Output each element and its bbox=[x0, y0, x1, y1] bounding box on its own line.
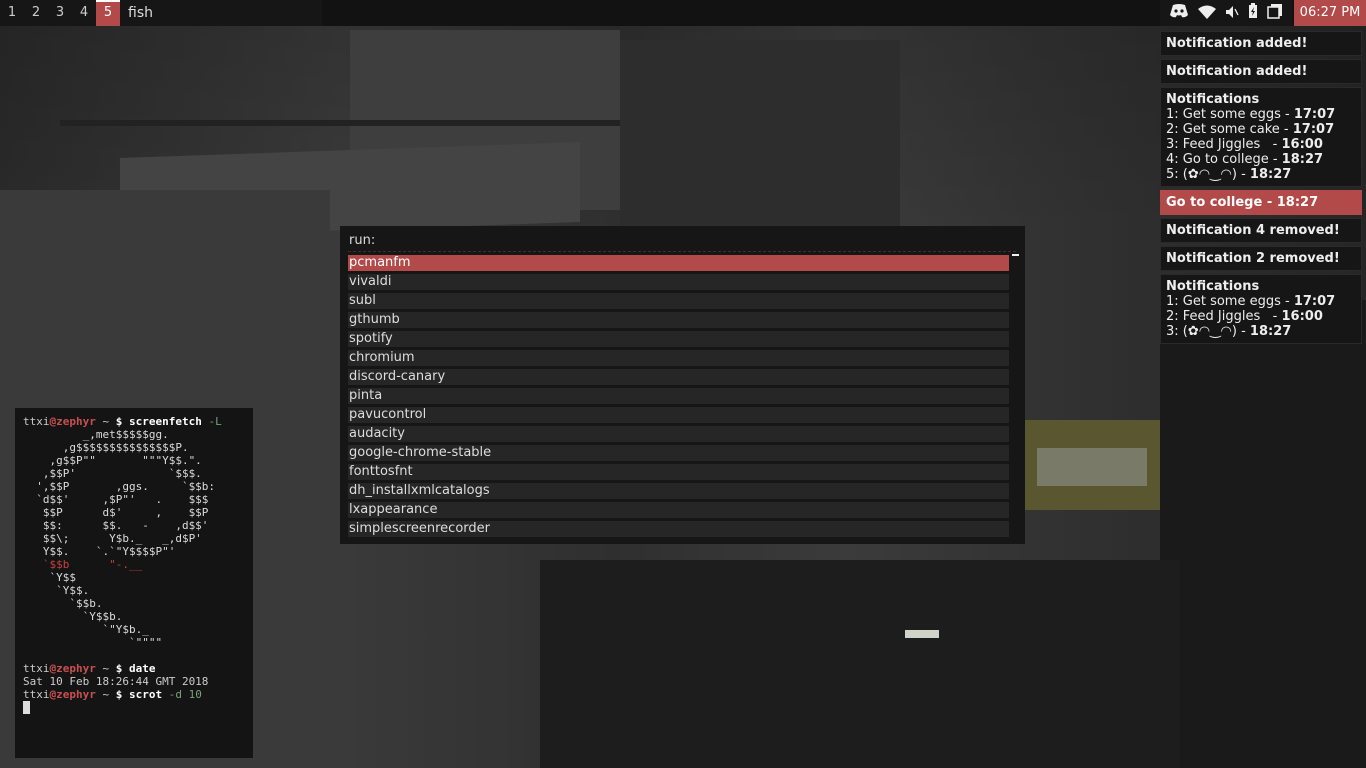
wallpaper-building bbox=[1160, 300, 1366, 768]
battery-icon[interactable] bbox=[1248, 3, 1258, 23]
run-launcher: run: pcmanfm vivaldi subl gthumb spotify… bbox=[340, 226, 1025, 544]
top-bar: 1 2 3 4 5 fish 06:27 PM bbox=[0, 0, 1366, 26]
wifi-icon[interactable] bbox=[1197, 4, 1216, 23]
run-list: pcmanfm vivaldi subl gthumb spotify chro… bbox=[348, 255, 1009, 540]
run-item[interactable]: google-chrome-stable bbox=[348, 445, 1009, 461]
list-item: 4: Go to college - 18:27 bbox=[1166, 152, 1324, 167]
prompt-line: ttxi@zephyr ~ $ scrot -d 10 bbox=[23, 688, 202, 701]
run-item[interactable]: gthumb bbox=[348, 312, 1009, 328]
wallpaper-building bbox=[540, 560, 1180, 768]
list-item: 3: Feed Jiggles - 16:00 bbox=[1166, 137, 1323, 152]
workspace-3[interactable]: 3 bbox=[48, 0, 72, 26]
workspace-1[interactable]: 1 bbox=[0, 0, 24, 26]
notification-list[interactable]: Notifications 1: Get some eggs - 17:07 2… bbox=[1160, 87, 1362, 187]
notification-list[interactable]: Notifications 1: Get some eggs - 17:07 2… bbox=[1160, 274, 1362, 344]
discord-icon[interactable] bbox=[1169, 3, 1189, 23]
workspace-4[interactable]: 4 bbox=[72, 0, 96, 26]
notification-text: Notification added! bbox=[1166, 36, 1308, 51]
terminal-cursor bbox=[23, 701, 30, 714]
prompt-line: ttxi@zephyr ~ $ date bbox=[23, 662, 156, 675]
window-title: fish bbox=[128, 5, 153, 21]
run-item[interactable]: discord-canary bbox=[348, 369, 1009, 385]
scrollbar[interactable] bbox=[1012, 254, 1019, 256]
notification-text: Notification 4 removed! bbox=[1166, 223, 1340, 238]
notification-heading: Notifications bbox=[1166, 92, 1260, 107]
notification-stack: Notification added! Notification added! … bbox=[1160, 31, 1362, 347]
notification-text: Notification added! bbox=[1166, 64, 1308, 79]
run-prompt[interactable]: run: bbox=[349, 233, 375, 248]
run-item[interactable]: pinta bbox=[348, 388, 1009, 404]
clipboard-icon[interactable] bbox=[1267, 3, 1283, 23]
reminder-notification[interactable]: Go to college - 18:27 bbox=[1160, 190, 1362, 215]
run-item[interactable]: pavucontrol bbox=[348, 407, 1009, 423]
notification[interactable]: Notification added! bbox=[1160, 31, 1362, 56]
run-item[interactable]: audacity bbox=[348, 426, 1009, 442]
run-item[interactable]: chromium bbox=[348, 350, 1009, 366]
run-item[interactable]: fonttosfnt bbox=[348, 464, 1009, 480]
list-item: 2: Get some cake - 17:07 bbox=[1166, 122, 1335, 137]
workspace-bar: 1 2 3 4 5 fish bbox=[0, 0, 322, 26]
notification[interactable]: Notification 4 removed! bbox=[1160, 218, 1362, 243]
run-item[interactable]: lxappearance bbox=[348, 502, 1009, 518]
run-item[interactable]: dh_installxmlcatalogs bbox=[348, 483, 1009, 499]
debian-logo: _,met$$$$$gg. ,g$$$$$$$$$$$$$$$P. ,g$$P"… bbox=[23, 428, 216, 649]
terminal-window[interactable]: ttxi@zephyr ~ $ screenfetch -L _,met$$$$… bbox=[15, 408, 253, 758]
clock[interactable]: 06:27 PM bbox=[1294, 0, 1366, 26]
prompt-line: ttxi@zephyr ~ $ screenfetch -L bbox=[23, 415, 222, 428]
run-item[interactable]: subl bbox=[348, 293, 1009, 309]
command-output: Sat 10 Feb 18:26:44 GMT 2018 bbox=[23, 675, 209, 688]
run-item[interactable]: pcmanfm bbox=[348, 255, 1009, 271]
list-item: 2: Feed Jiggles - 16:00 bbox=[1166, 309, 1323, 324]
notification[interactable]: Notification 2 removed! bbox=[1160, 246, 1362, 271]
list-item: 3: (✿◠‿◠) - 18:27 bbox=[1166, 324, 1292, 339]
notification-text: Go to college - 18:27 bbox=[1166, 195, 1319, 210]
wallpaper-train bbox=[1025, 420, 1165, 510]
system-tray bbox=[1160, 0, 1292, 26]
divider bbox=[348, 251, 1016, 252]
list-item: 1: Get some eggs - 17:07 bbox=[1166, 107, 1336, 122]
workspace-5[interactable]: 5 bbox=[96, 0, 120, 26]
list-item: 1: Get some eggs - 17:07 bbox=[1166, 294, 1336, 309]
wallpaper-railing bbox=[60, 120, 620, 126]
notification-heading: Notifications bbox=[1166, 279, 1260, 294]
run-item[interactable]: vivaldi bbox=[348, 274, 1009, 290]
volume-icon[interactable] bbox=[1225, 4, 1239, 23]
list-item: 5: (✿◠‿◠) - 18:27 bbox=[1166, 167, 1292, 182]
run-item[interactable]: simplescreenrecorder bbox=[348, 521, 1009, 537]
notification-text: Notification 2 removed! bbox=[1166, 251, 1340, 266]
notification[interactable]: Notification added! bbox=[1160, 59, 1362, 84]
run-item[interactable]: spotify bbox=[348, 331, 1009, 347]
workspace-2[interactable]: 2 bbox=[24, 0, 48, 26]
wallpaper-lamp bbox=[905, 630, 939, 638]
